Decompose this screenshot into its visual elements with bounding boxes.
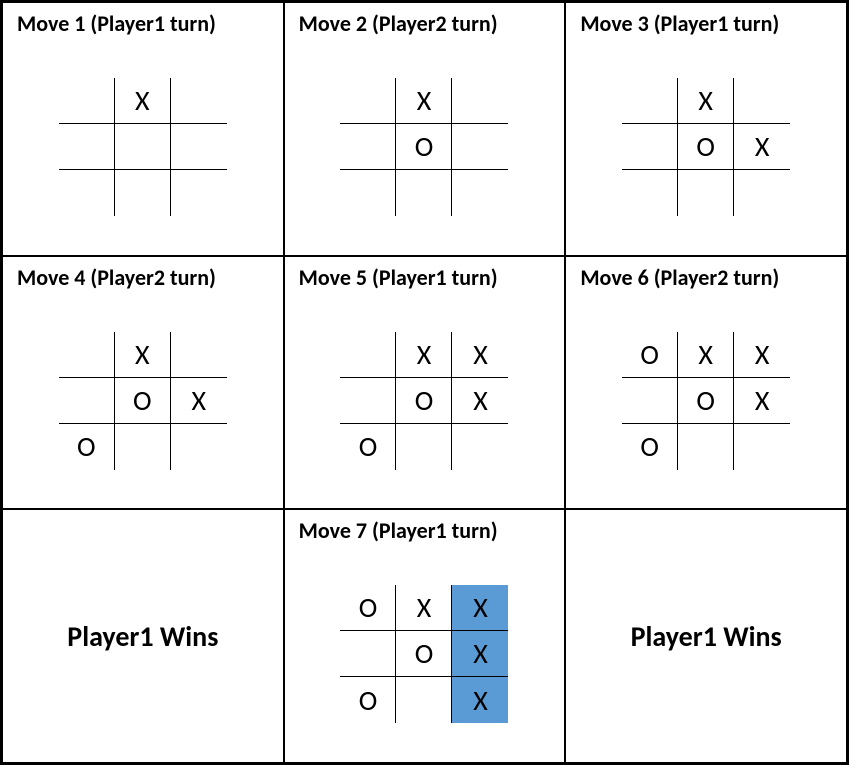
tic-tac-toe-board: O X X O X O — [622, 332, 790, 470]
board-wrap: X X O X O — [295, 299, 555, 502]
board-cell — [59, 332, 115, 378]
board-cell: X — [396, 332, 452, 378]
board-cell: X — [452, 585, 508, 631]
board-cell: X — [734, 124, 790, 170]
board-cell — [452, 170, 508, 216]
board-cell — [678, 170, 734, 216]
board-cell — [59, 378, 115, 424]
board-cell: O — [340, 677, 396, 723]
tic-tac-toe-board: X — [59, 78, 227, 216]
board-cell — [622, 378, 678, 424]
board-cell — [396, 170, 452, 216]
board-cell — [115, 170, 171, 216]
move-panel-2: Move 2 (Player2 turn) X O — [284, 2, 566, 256]
result-text: Player1 Wins — [67, 619, 218, 654]
board-cell — [340, 631, 396, 677]
board-cell: X — [452, 332, 508, 378]
board-cell: X — [678, 332, 734, 378]
board-wrap: X O — [295, 45, 555, 248]
board-cell — [171, 124, 227, 170]
result-panel-left: Player1 Wins — [2, 509, 284, 763]
tic-tac-toe-board: X O X O — [59, 332, 227, 470]
board-cell: X — [678, 78, 734, 124]
move-panel-7: Move 7 (Player1 turn) O X X O X O X — [284, 509, 566, 763]
move-panel-5: Move 5 (Player1 turn) X X O X O — [284, 256, 566, 510]
board-cell — [59, 124, 115, 170]
board-cell — [734, 78, 790, 124]
board-cell — [340, 78, 396, 124]
board-cell — [340, 124, 396, 170]
board-cell: X — [396, 78, 452, 124]
tic-tac-toe-board: X O X — [622, 78, 790, 216]
board-cell — [171, 78, 227, 124]
board-cell — [115, 124, 171, 170]
board-cell: O — [396, 631, 452, 677]
board-cell — [171, 424, 227, 470]
board-cell: X — [396, 585, 452, 631]
tic-tac-toe-board: X X O X O — [340, 332, 508, 470]
board-cell: O — [59, 424, 115, 470]
board-cell: X — [734, 378, 790, 424]
move-title: Move 5 (Player1 turn) — [299, 265, 555, 291]
board-cell — [622, 78, 678, 124]
board-cell: O — [115, 378, 171, 424]
move-title: Move 1 (Player1 turn) — [17, 11, 273, 37]
result-panel-right: Player1 Wins — [565, 509, 847, 763]
board-cell — [734, 170, 790, 216]
move-title: Move 3 (Player1 turn) — [580, 11, 836, 37]
board-cell: O — [678, 378, 734, 424]
board-cell: X — [171, 378, 227, 424]
board-cell: X — [452, 378, 508, 424]
board-cell — [59, 170, 115, 216]
board-cell — [340, 378, 396, 424]
board-cell: O — [396, 124, 452, 170]
board-cell — [452, 78, 508, 124]
result-text: Player1 Wins — [631, 619, 782, 654]
board-cell: X — [452, 677, 508, 723]
move-title: Move 7 (Player1 turn) — [299, 518, 555, 544]
board-wrap: X O X — [576, 45, 836, 248]
move-title: Move 4 (Player2 turn) — [17, 265, 273, 291]
move-title: Move 2 (Player2 turn) — [299, 11, 555, 37]
board-cell — [171, 332, 227, 378]
tic-tac-toe-board: O X X O X O X — [340, 585, 508, 723]
board-cell: O — [622, 424, 678, 470]
board-wrap: O X X O X O X — [295, 553, 555, 756]
board-cell — [396, 677, 452, 723]
board-cell — [115, 424, 171, 470]
board-cell: O — [622, 332, 678, 378]
board-cell: O — [340, 424, 396, 470]
board-cell: O — [678, 124, 734, 170]
move-panel-4: Move 4 (Player2 turn) X O X O — [2, 256, 284, 510]
board-cell — [171, 170, 227, 216]
board-cell: O — [396, 378, 452, 424]
board-cell: X — [115, 78, 171, 124]
board-cell — [396, 424, 452, 470]
board-cell — [452, 124, 508, 170]
board-cell: X — [115, 332, 171, 378]
board-cell: X — [734, 332, 790, 378]
board-cell — [452, 424, 508, 470]
board-cell — [678, 424, 734, 470]
move-panel-6: Move 6 (Player2 turn) O X X O X O — [565, 256, 847, 510]
board-wrap: O X X O X O — [576, 299, 836, 502]
move-title: Move 6 (Player2 turn) — [580, 265, 836, 291]
board-wrap: X O X O — [13, 299, 273, 502]
move-panel-1: Move 1 (Player1 turn) X — [2, 2, 284, 256]
board-cell — [734, 424, 790, 470]
board-cell — [340, 332, 396, 378]
tic-tac-toe-board: X O — [340, 78, 508, 216]
game-history-grid: Move 1 (Player1 turn) X Move 2 (Player2 … — [0, 0, 849, 765]
board-cell — [59, 78, 115, 124]
board-cell: O — [340, 585, 396, 631]
board-cell — [340, 170, 396, 216]
move-panel-3: Move 3 (Player1 turn) X O X — [565, 2, 847, 256]
board-wrap: X — [13, 45, 273, 248]
board-cell — [622, 124, 678, 170]
board-cell: X — [452, 631, 508, 677]
board-cell — [622, 170, 678, 216]
